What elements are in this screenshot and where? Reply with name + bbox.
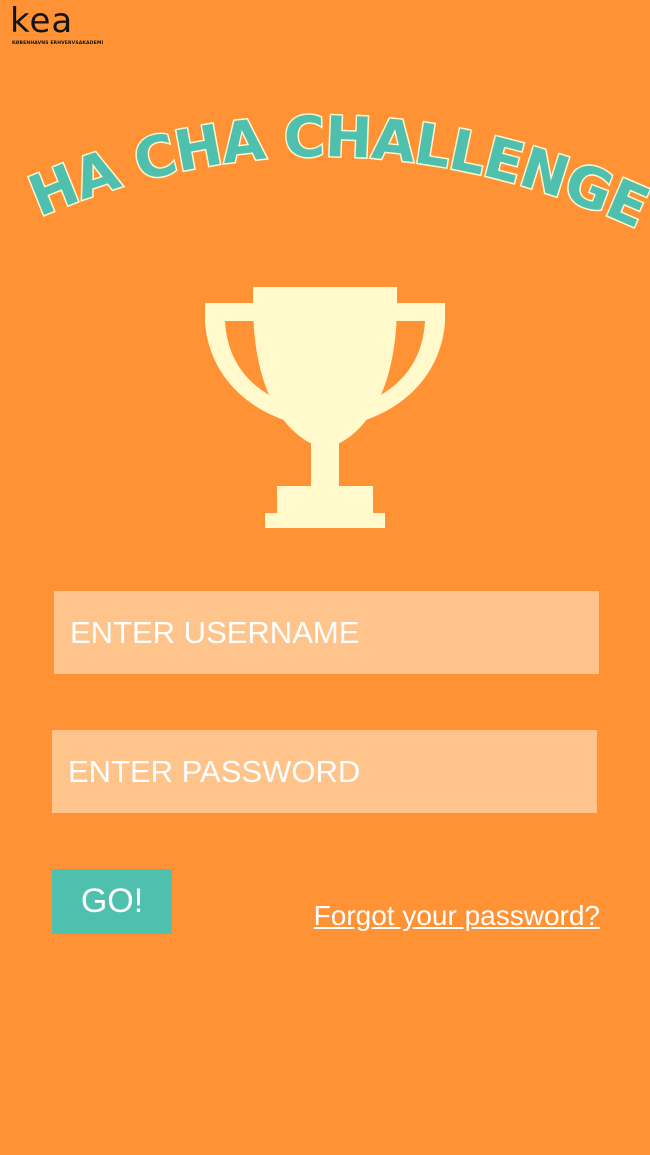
password-placeholder: ENTER PASSWORD: [68, 753, 361, 789]
kea-logo: kea KØBENHAVNS ERHVERVSAKADEMI: [10, 4, 104, 52]
password-field[interactable]: ENTER PASSWORD: [52, 730, 597, 813]
logo-subtitle: KØBENHAVNS ERHVERVSAKADEMI: [12, 41, 104, 46]
trophy-icon: [205, 287, 445, 528]
forgot-password-link[interactable]: Forgot your password?: [314, 900, 600, 932]
app-title-text: CHA CHA CHALLENGE!: [0, 69, 650, 241]
username-field[interactable]: ENTER USERNAME: [54, 591, 599, 674]
go-button[interactable]: GO!: [52, 869, 172, 934]
app-title: CHA CHA CHALLENGE!: [0, 68, 650, 243]
username-placeholder: ENTER USERNAME: [70, 614, 360, 650]
app-title-textpath: CHA CHA CHALLENGE!: [0, 68, 650, 243]
logo-wordmark: kea: [10, 1, 74, 41]
